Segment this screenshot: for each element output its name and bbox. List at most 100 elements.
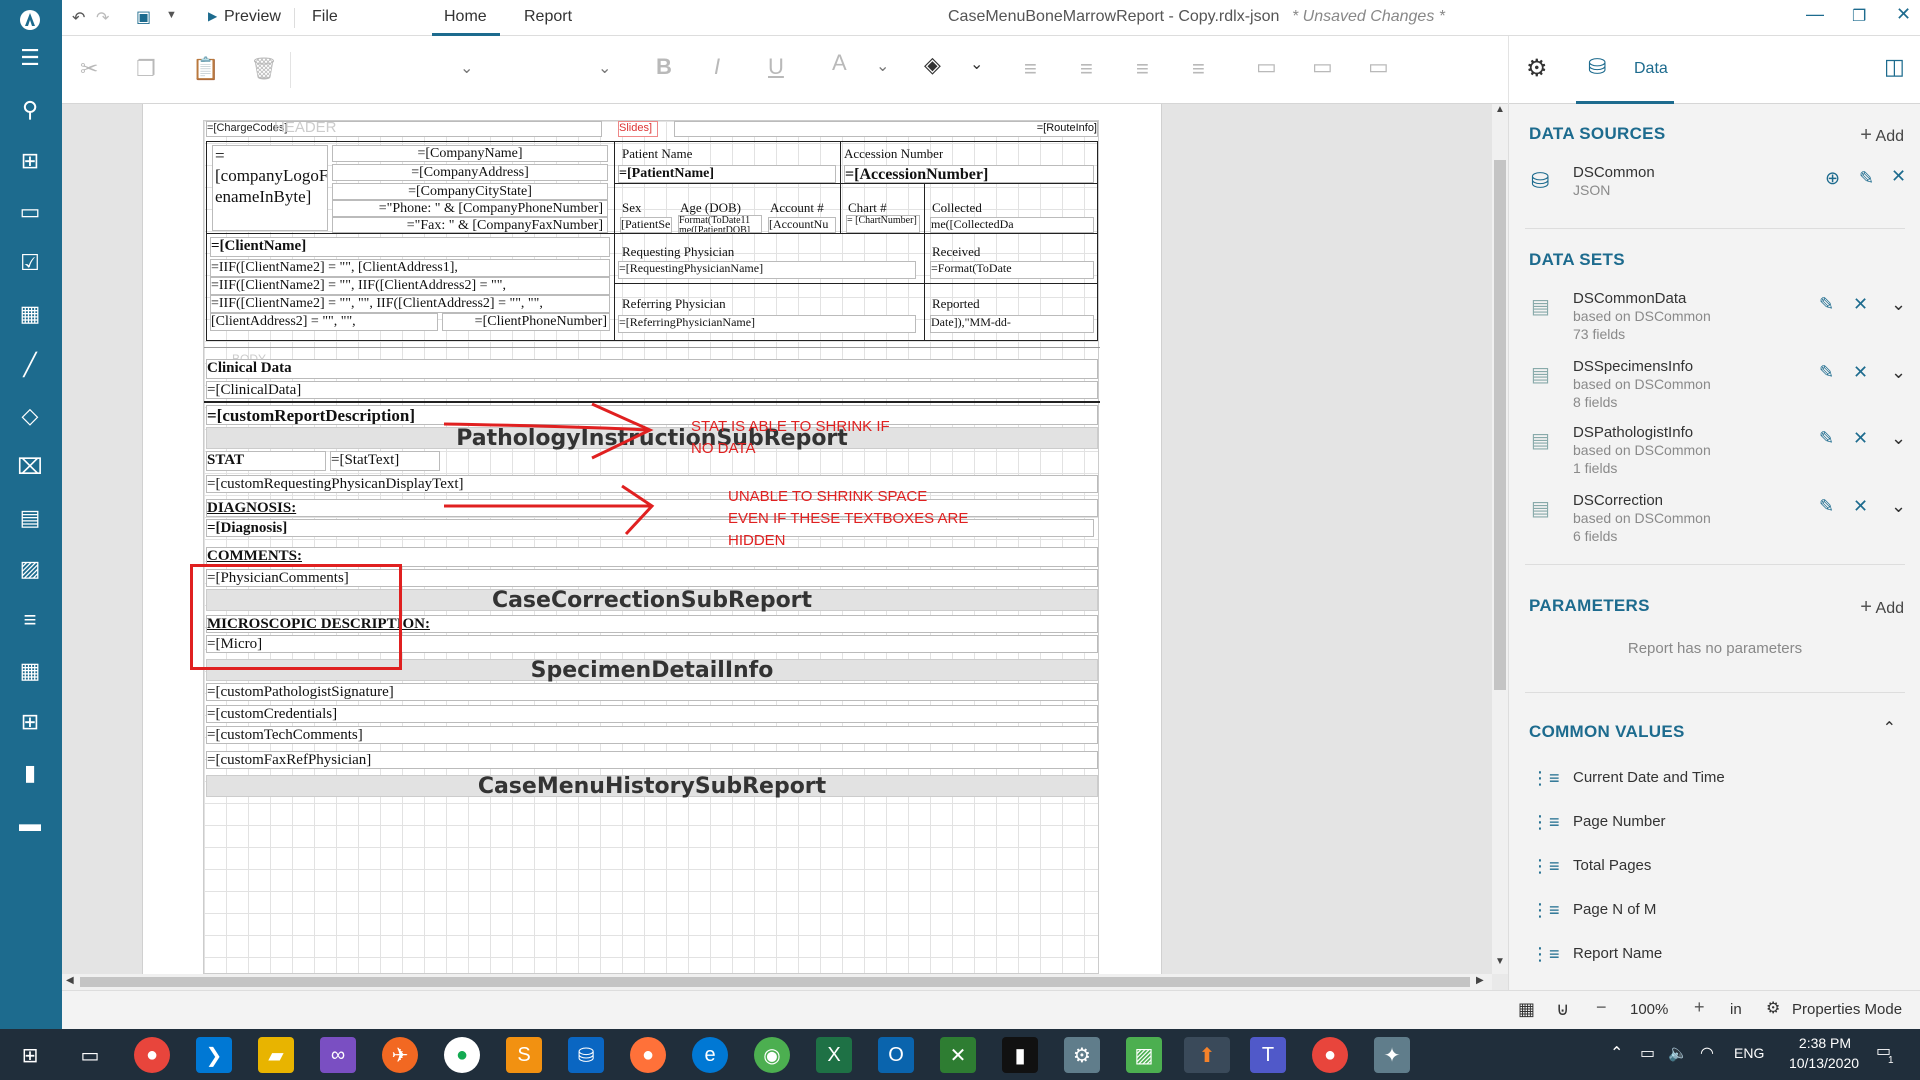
clock-date[interactable]: 10/13/2020 — [1784, 1055, 1864, 1071]
battery-icon[interactable]: ▭ — [1640, 1043, 1655, 1063]
properties-mode-button[interactable]: Properties Mode — [1792, 1001, 1902, 1018]
textbox-company-citystate[interactable]: =[CompanyCityState] — [332, 183, 608, 200]
cut-icon[interactable]: ✂ — [80, 56, 98, 82]
close-window-icon[interactable]: ✕ — [1896, 4, 1911, 25]
textbox-collected[interactable]: me([CollectedDa — [930, 217, 1094, 233]
windows-start-icon[interactable]: ⊞ — [12, 1037, 48, 1073]
table-tool-icon[interactable]: ▦ — [14, 298, 46, 330]
tab-report[interactable]: Report — [524, 8, 572, 26]
save-dropdown-icon[interactable]: ▼ — [166, 9, 177, 21]
remove-icon[interactable]: ✕ — [1853, 496, 1868, 517]
textbox-received[interactable]: =Format(ToDate — [930, 261, 1094, 279]
font-size-dropdown-icon[interactable]: ⌄ — [598, 58, 611, 78]
add-parameter-button[interactable]: + Add — [1860, 596, 1904, 619]
textbox-client-address-2[interactable]: =IIF([ClientName2] = "", IIF([ClientAddr… — [210, 277, 610, 295]
copy-icon[interactable]: ❐ — [136, 56, 156, 82]
tray-chevron-icon[interactable]: ⌃ — [1610, 1043, 1623, 1063]
vertical-scrollbar[interactable]: ▲ ▼ — [1492, 104, 1508, 974]
textbox-route-info[interactable]: =[RouteInfo] — [674, 121, 1098, 137]
expand-chevron-icon[interactable]: ⌄ — [1891, 294, 1906, 315]
chrome-icon-2[interactable]: ● — [1312, 1037, 1348, 1073]
expand-chevron-icon[interactable]: ⌄ — [1891, 496, 1906, 517]
textbox-clinical-data-label[interactable]: Clinical Data — [206, 359, 1098, 379]
redo-icon[interactable]: ↷ — [96, 8, 109, 28]
collapse-chevron-icon[interactable]: ⌃ — [1883, 718, 1896, 738]
font-color-icon[interactable]: A — [832, 50, 847, 76]
dev-tool-icon[interactable]: ✕ — [940, 1037, 976, 1073]
font-color-dropdown-icon[interactable]: ⌄ — [876, 56, 889, 76]
horizontal-scrollbar[interactable]: ◀ ▶ — [62, 974, 1492, 990]
textbox-company-logo[interactable]: = [companyLogoFil enameInByte] — [212, 145, 328, 231]
zoom-in-button[interactable]: + — [1694, 997, 1705, 1018]
outlook-icon[interactable]: O — [878, 1037, 914, 1073]
common-value-item[interactable]: ⋮≡ Current Date and Time — [1529, 766, 1909, 796]
justify-icon[interactable]: ≡ — [1192, 56, 1205, 82]
sublime-icon[interactable]: S — [506, 1037, 542, 1073]
textbox-tech-comments[interactable]: =[customTechComments] — [206, 726, 1098, 744]
textbox-company-phone[interactable]: ="Phone: " & [CompanyPhoneNumber] — [332, 200, 608, 217]
vscode-icon[interactable]: ❯ — [196, 1037, 232, 1073]
edit-icon[interactable]: ✎ — [1859, 168, 1874, 189]
edit-icon[interactable]: ✎ — [1819, 428, 1834, 449]
add-dataset-icon[interactable]: ⊕ — [1825, 168, 1840, 189]
minimize-icon[interactable]: — — [1806, 4, 1824, 25]
textbox-tool-icon[interactable]: ▭ — [14, 196, 46, 228]
tablix-tool-icon[interactable]: ⊞ — [14, 706, 46, 738]
tool-icon[interactable]: ✦ — [1374, 1037, 1410, 1073]
remove-icon[interactable]: ✕ — [1891, 166, 1906, 187]
sql-tool-icon[interactable]: ⛁ — [568, 1037, 604, 1073]
tab-home[interactable]: Home — [444, 8, 487, 26]
delete-icon[interactable]: 🗑 — [250, 56, 278, 82]
remove-icon[interactable]: ✕ — [1853, 362, 1868, 383]
volume-icon[interactable]: 🔈 — [1668, 1043, 1688, 1063]
edit-icon[interactable]: ✎ — [1819, 362, 1834, 383]
textbox-referring-physician[interactable]: =[ReferringPhysicianName] — [618, 315, 916, 333]
textbox-company-name[interactable]: =[CompanyName] — [332, 145, 608, 162]
zoom-out-button[interactable]: − — [1596, 997, 1607, 1018]
image-tool-icon[interactable]: ▨ — [14, 553, 46, 585]
checkbox-tool-icon[interactable]: ☑ — [14, 247, 46, 279]
textbox-client-address-1[interactable]: =IIF([ClientName2] = "", [ClientAddress1… — [210, 259, 610, 277]
common-value-item[interactable]: ⋮≡ Total Pages — [1529, 854, 1909, 884]
textbox-account[interactable]: [AccountNu — [768, 217, 836, 233]
textbox-reported[interactable]: Date]),"MM-dd- — [930, 315, 1094, 333]
shape-tool-icon[interactable]: ◇ — [14, 400, 46, 432]
restore-icon[interactable]: ❐ — [1852, 6, 1866, 26]
edit-icon[interactable]: ✎ — [1819, 294, 1834, 315]
input-field-tool-icon[interactable]: ⌧ — [14, 451, 46, 483]
data-source-item[interactable]: ⛁ DSCommon JSON ⊕ ✎ ✕ — [1529, 164, 1909, 224]
language-indicator[interactable]: ENG — [1734, 1045, 1764, 1061]
dataset-item[interactable]: ▤ DSCorrection based on DSCommon 6 field… — [1529, 492, 1909, 552]
zoom-level[interactable]: 100% — [1630, 1001, 1668, 1018]
edge-icon[interactable]: e — [692, 1037, 728, 1073]
preview-button[interactable]: Preview — [224, 8, 281, 26]
rich-text-tool-icon[interactable]: ▤ — [14, 502, 46, 534]
visual-studio-icon[interactable]: ∞ — [320, 1037, 356, 1073]
mongodb-icon[interactable]: ● — [444, 1037, 480, 1073]
expand-chevron-icon[interactable]: ⌄ — [1891, 428, 1906, 449]
report-canvas[interactable]: =[ChargeCodes] HEADER Slides] =[RouteInf… — [62, 104, 1492, 974]
calendar-tool-icon[interactable]: ▦ — [14, 655, 46, 687]
underline-icon[interactable]: U — [768, 54, 784, 80]
remove-icon[interactable]: ✕ — [1853, 294, 1868, 315]
toggle-panel-icon[interactable]: ◫ — [1884, 54, 1905, 80]
common-value-item[interactable]: ⋮≡ Report Name — [1529, 942, 1909, 972]
textbox-stat-label[interactable]: STAT — [206, 451, 326, 471]
edit-icon[interactable]: ✎ — [1819, 496, 1834, 517]
textbox-accession-number[interactable]: =[AccessionNumber] — [844, 165, 1094, 183]
image-viewer-icon[interactable]: ▨ — [1126, 1037, 1162, 1073]
report-explorer-icon[interactable]: ⚲ — [14, 94, 46, 126]
textbox-client-phone[interactable]: =[ClientPhoneNumber] — [442, 313, 610, 331]
line-tool-icon[interactable]: ╱ — [14, 349, 46, 381]
save-icon[interactable]: ▣ — [136, 7, 151, 27]
report-designer-icon[interactable]: ⬆ — [1184, 1037, 1230, 1073]
remove-icon[interactable]: ✕ — [1853, 428, 1868, 449]
textbox-sex[interactable]: [PatientSe — [620, 217, 672, 233]
valign-bottom-icon[interactable]: ▭ — [1368, 54, 1389, 80]
textbox-fax-ref-physician[interactable]: =[customFaxRefPhysician] — [206, 751, 1098, 769]
group-editor-icon[interactable]: ⊞ — [14, 145, 46, 177]
textbox-client-name[interactable]: =[ClientName] — [210, 237, 610, 257]
textbox-client-address-4[interactable]: [ClientAddress2] = "", "", — [210, 313, 438, 331]
valign-top-icon[interactable]: ▭ — [1256, 54, 1277, 80]
textbox-client-address-3[interactable]: =IIF([ClientName2] = "", "", IIF([Client… — [210, 295, 610, 313]
